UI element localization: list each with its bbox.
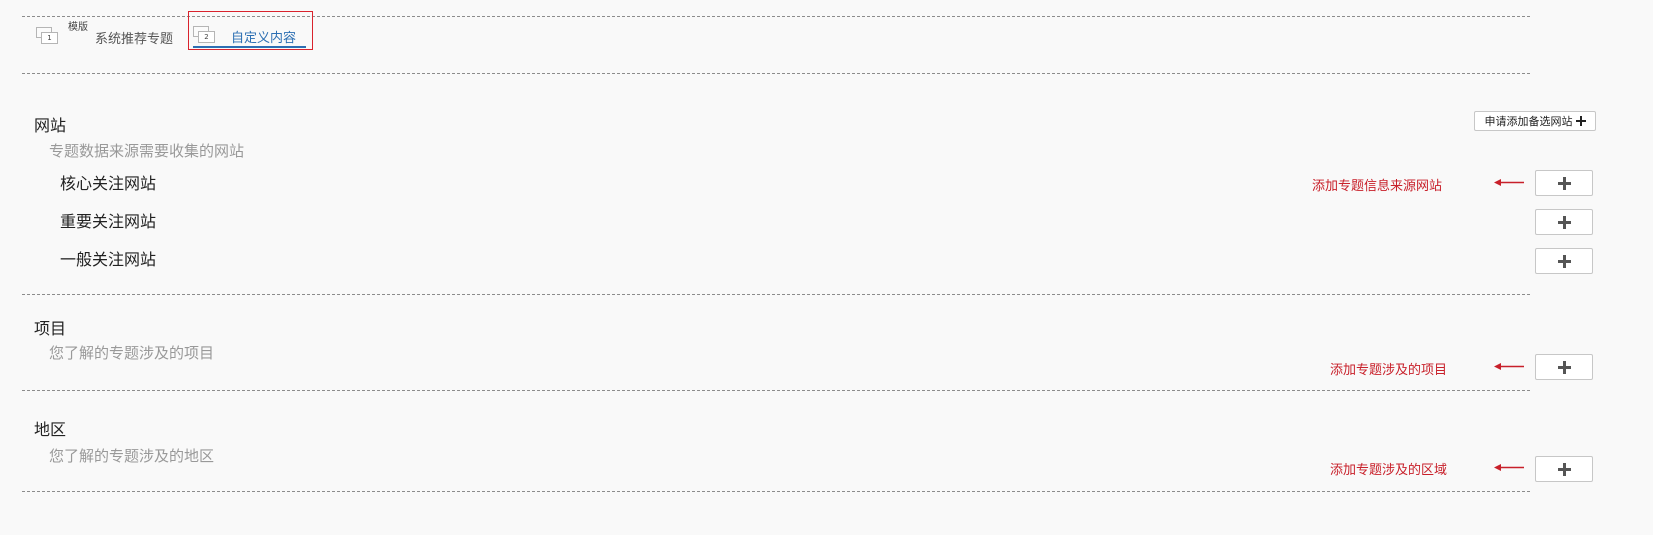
tab-custom-content[interactable]: 2 自定义内容 bbox=[193, 24, 305, 46]
divider bbox=[22, 390, 1530, 391]
row-label-general-websites: 一般关注网站 bbox=[60, 250, 157, 269]
section-title-region: 地区 bbox=[34, 420, 67, 439]
section-description-project: 您了解的专题涉及的项目 bbox=[49, 344, 215, 362]
section-description-website: 专题数据来源需要收集的网站 bbox=[49, 142, 245, 160]
annotation-add-region: 添加专题涉及的区域 bbox=[1330, 463, 1448, 478]
add-core-website-button[interactable] bbox=[1535, 170, 1593, 196]
plus-icon bbox=[1557, 360, 1571, 374]
tab-number: 1 bbox=[41, 32, 58, 44]
section-description-region: 您了解的专题涉及的地区 bbox=[49, 447, 215, 465]
tab-caption: 模版 bbox=[68, 22, 88, 33]
tab-label: 系统推荐专题 bbox=[95, 32, 174, 47]
arrow-left-icon bbox=[1494, 464, 1524, 471]
plus-icon bbox=[1557, 254, 1571, 268]
add-region-button[interactable] bbox=[1535, 456, 1593, 482]
apply-button-label: 申请添加备选网站 bbox=[1484, 115, 1573, 128]
arrow-left-icon bbox=[1494, 179, 1524, 186]
stacked-pages-icon: 2 bbox=[193, 26, 215, 43]
add-important-website-button[interactable] bbox=[1535, 209, 1593, 235]
annotation-add-website: 添加专题信息来源网站 bbox=[1312, 179, 1443, 194]
tab-label: 自定义内容 bbox=[231, 31, 297, 46]
tab-number: 2 bbox=[198, 31, 215, 43]
divider bbox=[22, 491, 1530, 492]
stacked-pages-icon: 1 bbox=[36, 27, 58, 44]
plus-icon bbox=[1557, 176, 1571, 190]
add-general-website-button[interactable] bbox=[1535, 248, 1593, 274]
plus-icon bbox=[1557, 462, 1571, 476]
arrow-left-icon bbox=[1494, 363, 1524, 370]
plus-icon bbox=[1557, 215, 1571, 229]
row-label-core-websites: 核心关注网站 bbox=[60, 174, 157, 193]
annotation-add-project: 添加专题涉及的项目 bbox=[1330, 363, 1448, 378]
section-title-website: 网站 bbox=[34, 116, 67, 135]
add-project-button[interactable] bbox=[1535, 354, 1593, 380]
divider bbox=[22, 73, 1530, 74]
tab-template[interactable]: 1 模版 系统推荐专题 bbox=[34, 18, 186, 48]
row-label-important-websites: 重要关注网站 bbox=[60, 212, 157, 231]
plus-icon bbox=[1575, 116, 1586, 126]
apply-add-website-button[interactable]: 申请添加备选网站 bbox=[1474, 111, 1596, 131]
section-title-project: 项目 bbox=[34, 319, 67, 338]
active-tab-underline bbox=[193, 46, 306, 48]
divider bbox=[22, 294, 1530, 295]
